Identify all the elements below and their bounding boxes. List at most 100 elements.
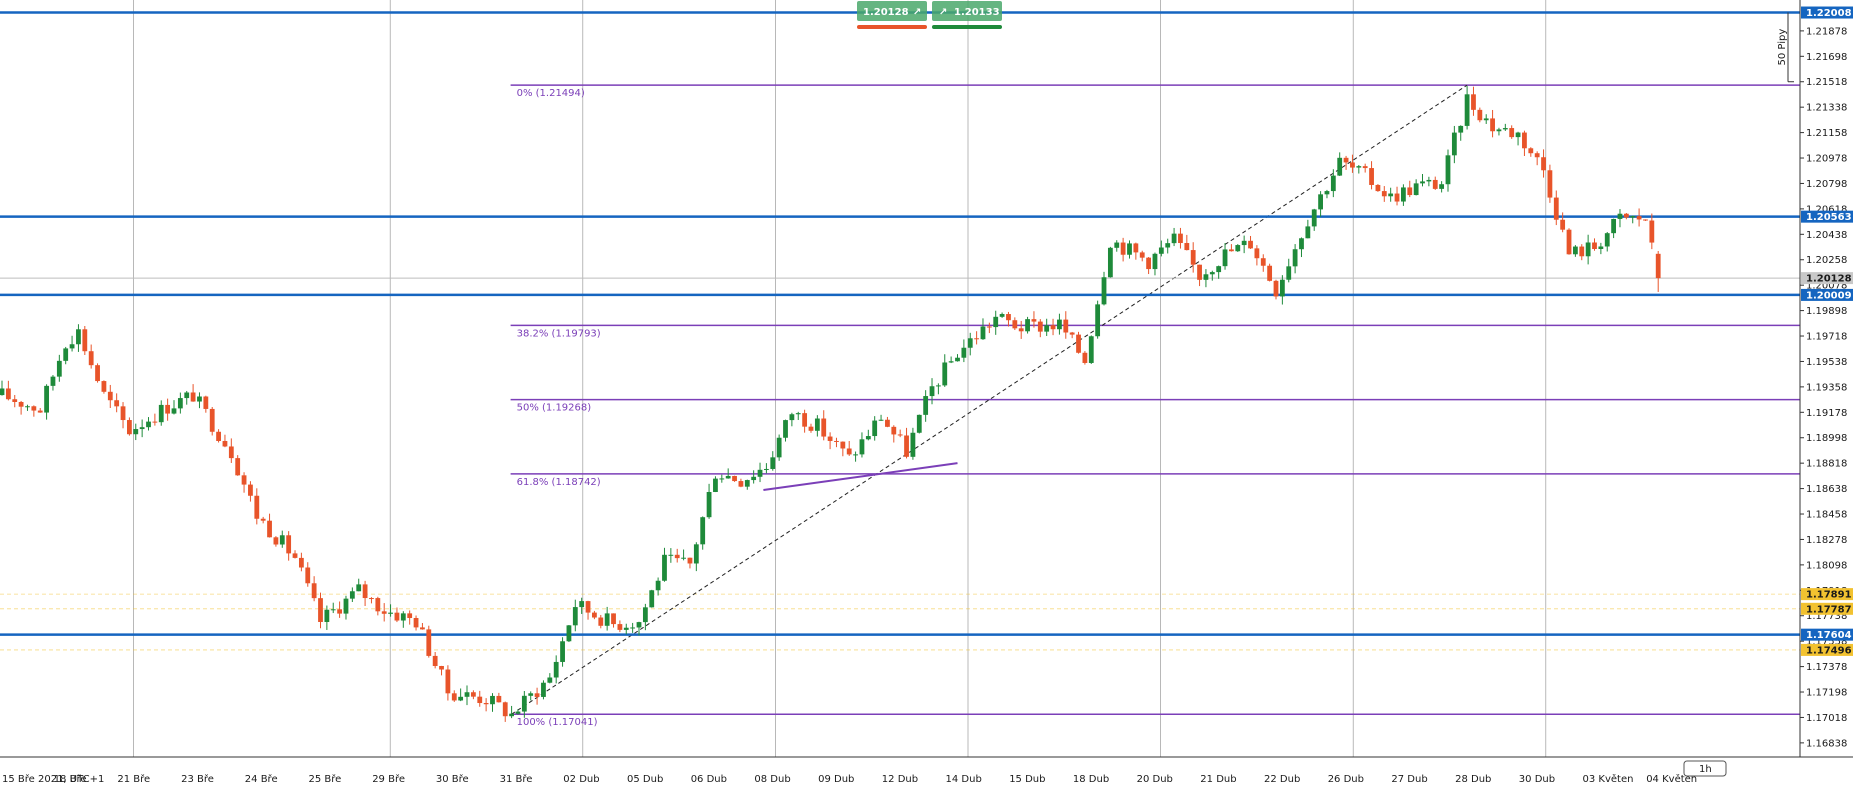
candle[interactable]: [592, 610, 597, 620]
candle[interactable]: [751, 470, 757, 484]
candle[interactable]: [789, 412, 795, 427]
candle[interactable]: [120, 402, 126, 429]
candle[interactable]: [999, 312, 1005, 318]
candle[interactable]: [1407, 180, 1413, 198]
candle[interactable]: [1292, 244, 1298, 274]
candle[interactable]: [439, 665, 444, 676]
candle[interactable]: [1299, 237, 1304, 258]
candle[interactable]: [1025, 316, 1030, 334]
candle[interactable]: [1649, 213, 1655, 250]
candle[interactable]: [948, 356, 954, 364]
candle[interactable]: [1432, 176, 1438, 190]
candle[interactable]: [470, 690, 476, 700]
level-price-tag[interactable]: 1.17604: [1801, 628, 1853, 642]
candle[interactable]: [1101, 271, 1107, 306]
candle[interactable]: [980, 318, 986, 340]
candle[interactable]: [1273, 279, 1279, 300]
candle[interactable]: [216, 429, 221, 443]
candle[interactable]: [1458, 125, 1464, 141]
candle[interactable]: [1178, 227, 1183, 249]
candle[interactable]: [1229, 244, 1234, 252]
candle[interactable]: [655, 577, 661, 596]
candle[interactable]: [146, 417, 151, 431]
alert-price-tag[interactable]: 1.17496: [1801, 643, 1853, 657]
candle[interactable]: [744, 479, 750, 490]
candle[interactable]: [732, 475, 737, 482]
candle[interactable]: [1598, 242, 1604, 255]
candle[interactable]: [394, 607, 400, 623]
candle[interactable]: [1241, 235, 1247, 254]
candle[interactable]: [1203, 269, 1209, 288]
candle[interactable]: [1216, 265, 1222, 279]
candle[interactable]: [935, 383, 941, 395]
candle[interactable]: [1248, 235, 1253, 249]
candle[interactable]: [986, 322, 992, 334]
candle[interactable]: [18, 400, 24, 415]
candle[interactable]: [496, 692, 502, 703]
candle[interactable]: [1515, 131, 1521, 146]
candle[interactable]: [1445, 149, 1451, 192]
candle[interactable]: [286, 531, 292, 561]
candle[interactable]: [891, 425, 897, 443]
candle[interactable]: [1146, 257, 1151, 275]
candle[interactable]: [776, 434, 782, 461]
candle[interactable]: [967, 332, 973, 356]
candle[interactable]: [1088, 335, 1094, 364]
candle[interactable]: [910, 427, 916, 460]
candle[interactable]: [1483, 114, 1489, 124]
candle[interactable]: [381, 603, 387, 622]
candle[interactable]: [674, 548, 680, 563]
candle[interactable]: [1528, 147, 1534, 157]
candle[interactable]: [432, 652, 438, 669]
candle[interactable]: [114, 393, 120, 413]
candle[interactable]: [158, 400, 164, 426]
candle[interactable]: [413, 615, 419, 631]
candle[interactable]: [1375, 184, 1381, 192]
candle[interactable]: [483, 698, 489, 712]
candle[interactable]: [757, 462, 763, 483]
candle[interactable]: [585, 600, 591, 620]
sell-button[interactable]: 1.20128 ↗: [857, 1, 927, 29]
candle[interactable]: [1553, 190, 1559, 226]
candle[interactable]: [1401, 184, 1406, 206]
candle[interactable]: [528, 691, 534, 701]
candle[interactable]: [5, 380, 11, 401]
candle[interactable]: [375, 596, 381, 616]
candle[interactable]: [1337, 152, 1343, 177]
candle[interactable]: [133, 423, 139, 441]
candle[interactable]: [298, 552, 304, 572]
candle[interactable]: [617, 620, 623, 633]
candle[interactable]: [1394, 186, 1400, 206]
candle[interactable]: [1592, 238, 1597, 251]
candle[interactable]: [1209, 270, 1215, 281]
candle[interactable]: [509, 705, 514, 719]
candle[interactable]: [177, 392, 183, 414]
candle[interactable]: [369, 597, 374, 604]
candle[interactable]: [993, 310, 999, 335]
candle[interactable]: [267, 513, 272, 538]
candle[interactable]: [1279, 275, 1285, 305]
candle[interactable]: [44, 384, 49, 420]
candle[interactable]: [1502, 123, 1508, 131]
candle[interactable]: [1623, 212, 1629, 220]
candle[interactable]: [853, 451, 858, 462]
candle[interactable]: [1082, 351, 1088, 365]
candle[interactable]: [1369, 161, 1374, 190]
candle[interactable]: [343, 595, 349, 620]
candle[interactable]: [197, 392, 202, 409]
candle[interactable]: [420, 623, 425, 630]
candle[interactable]: [579, 597, 585, 614]
candle[interactable]: [222, 434, 228, 448]
candle[interactable]: [846, 441, 852, 456]
candle[interactable]: [445, 665, 451, 701]
candle[interactable]: [107, 384, 113, 409]
candle[interactable]: [878, 414, 884, 421]
candle[interactable]: [127, 417, 132, 436]
candle[interactable]: [827, 432, 833, 450]
candle[interactable]: [1057, 313, 1062, 335]
candle[interactable]: [1388, 187, 1394, 202]
candle[interactable]: [1305, 219, 1311, 239]
candle[interactable]: [1222, 243, 1228, 270]
candle[interactable]: [209, 406, 215, 436]
level-price-tag[interactable]: 1.20009: [1801, 288, 1853, 302]
